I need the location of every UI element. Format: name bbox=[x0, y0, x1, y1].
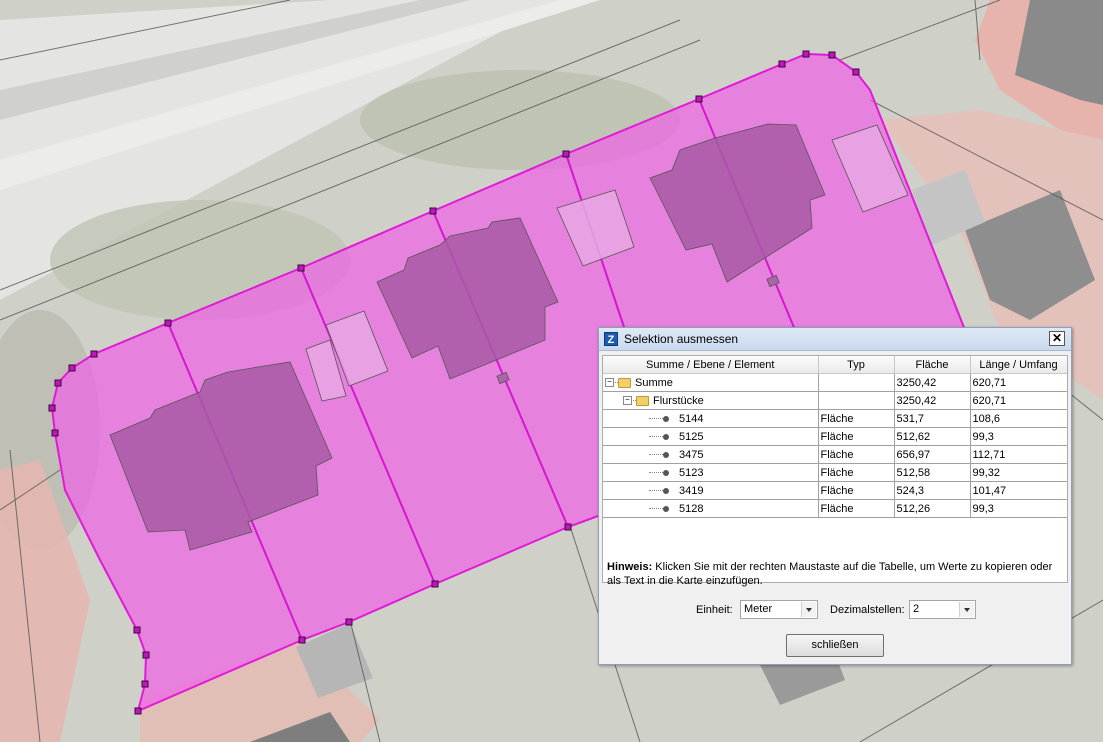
hint-text: Hinweis: Klicken Sie mit der rechten Mau… bbox=[607, 560, 1065, 588]
row-length: 101,47 bbox=[970, 481, 1067, 500]
row-length: 620,71 bbox=[970, 373, 1067, 392]
row-name: 5144 bbox=[679, 412, 704, 425]
row-name: 5125 bbox=[679, 430, 704, 443]
decimals-select[interactable]: 2 bbox=[909, 600, 976, 619]
row-name: 3419 bbox=[679, 484, 704, 497]
measure-selection-dialog: Z Selektion ausmessen ✕ Summe / Ebene / … bbox=[598, 327, 1072, 665]
table-row-summe[interactable]: − Summe 3250,42 620,71 bbox=[603, 373, 1067, 392]
bullet-icon bbox=[663, 415, 669, 422]
bullet-icon bbox=[663, 505, 669, 512]
row-name: 5123 bbox=[679, 466, 704, 479]
row-length: 99,32 bbox=[970, 463, 1067, 482]
measurement-table[interactable]: Summe / Ebene / Element Typ Fläche Länge… bbox=[602, 355, 1068, 583]
row-type: Fläche bbox=[818, 463, 895, 482]
table-row[interactable]: 5144 Fläche 531,7 108,6 bbox=[603, 409, 1067, 428]
hint-message: Klicken Sie mit der rechten Maustaste au… bbox=[607, 561, 1053, 587]
bullet-icon bbox=[663, 433, 669, 440]
unit-value: Meter bbox=[744, 603, 773, 615]
row-type bbox=[818, 373, 895, 392]
row-area: 512,62 bbox=[894, 427, 971, 446]
column-header-name[interactable]: Summe / Ebene / Element bbox=[603, 356, 819, 374]
row-area: 3250,42 bbox=[894, 373, 971, 392]
row-name: Summe bbox=[635, 376, 673, 389]
bullet-icon bbox=[663, 451, 669, 458]
decimals-label: Dezimalstellen: bbox=[830, 604, 905, 616]
dialog-titlebar[interactable]: Z Selektion ausmessen ✕ bbox=[599, 328, 1071, 351]
row-name: Flurstücke bbox=[653, 394, 704, 407]
row-type: Fläche bbox=[818, 481, 895, 500]
bullet-icon bbox=[663, 487, 669, 494]
row-name: 5128 bbox=[679, 502, 704, 515]
close-icon[interactable]: ✕ bbox=[1049, 331, 1065, 346]
row-type: Fläche bbox=[818, 445, 895, 464]
row-length: 108,6 bbox=[970, 409, 1067, 428]
folder-icon bbox=[618, 377, 631, 388]
row-type: Fläche bbox=[818, 427, 895, 446]
hint-label: Hinweis: bbox=[607, 561, 653, 573]
row-area: 531,7 bbox=[894, 409, 971, 428]
row-length: 112,71 bbox=[970, 445, 1067, 464]
decimals-value: 2 bbox=[913, 603, 920, 615]
row-length: 620,71 bbox=[970, 391, 1067, 410]
row-area: 512,58 bbox=[894, 463, 971, 482]
table-row-flurstuecke[interactable]: − Flurstücke 3250,42 620,71 bbox=[603, 391, 1067, 410]
table-row[interactable]: 5123 Fläche 512,58 99,32 bbox=[603, 463, 1067, 482]
chevron-down-icon[interactable] bbox=[959, 602, 974, 617]
column-header-area[interactable]: Fläche bbox=[894, 356, 971, 374]
row-length: 99,3 bbox=[970, 427, 1067, 446]
column-header-length[interactable]: Länge / Umfang bbox=[970, 356, 1067, 374]
unit-select[interactable]: Meter bbox=[740, 600, 818, 619]
collapse-icon[interactable]: − bbox=[623, 396, 632, 406]
folder-icon bbox=[636, 395, 649, 406]
table-row[interactable]: 5125 Fläche 512,62 99,3 bbox=[603, 427, 1067, 446]
row-name: 3475 bbox=[679, 448, 704, 461]
chevron-down-icon[interactable] bbox=[801, 602, 816, 617]
row-area: 656,97 bbox=[894, 445, 971, 464]
row-type bbox=[818, 391, 895, 410]
row-area: 3250,42 bbox=[894, 391, 971, 410]
table-row[interactable]: 5128 Fläche 512,26 99,3 bbox=[603, 499, 1067, 518]
dialog-title: Selektion ausmessen bbox=[624, 332, 739, 346]
unit-label: Einheit: bbox=[696, 604, 733, 616]
row-area: 524,3 bbox=[894, 481, 971, 500]
close-button[interactable]: schließen bbox=[786, 634, 884, 657]
row-type: Fläche bbox=[818, 499, 895, 518]
table-header-row: Summe / Ebene / Element Typ Fläche Länge… bbox=[603, 356, 1067, 374]
app-logo-icon: Z bbox=[604, 332, 618, 346]
table-row[interactable]: 3475 Fläche 656,97 112,71 bbox=[603, 445, 1067, 464]
row-type: Fläche bbox=[818, 409, 895, 428]
collapse-icon[interactable]: − bbox=[605, 378, 614, 388]
table-row[interactable]: 3419 Fläche 524,3 101,47 bbox=[603, 481, 1067, 500]
row-length: 99,3 bbox=[970, 499, 1067, 518]
column-header-type[interactable]: Typ bbox=[818, 356, 895, 374]
row-area: 512,26 bbox=[894, 499, 971, 518]
bullet-icon bbox=[663, 469, 669, 476]
